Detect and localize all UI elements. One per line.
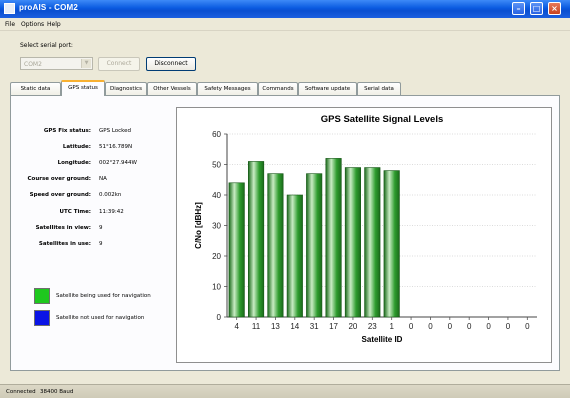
- gps-row-value: NA: [99, 176, 107, 182]
- x-tick-label: 11: [252, 322, 261, 331]
- x-tick-label: 0: [409, 322, 414, 331]
- chart-title: GPS Satellite Signal Levels: [321, 114, 444, 125]
- x-tick-label: 13: [271, 322, 280, 331]
- tab-commands[interactable]: Commands: [258, 82, 298, 95]
- gps-row-value: 9: [99, 225, 103, 231]
- y-tick-label: 60: [212, 130, 221, 139]
- legend-used-swatch: [34, 288, 50, 304]
- signal-bar: [383, 170, 400, 318]
- legend-not-used-text: Satellite not used for navigation: [56, 315, 145, 321]
- x-tick-label: 0: [486, 322, 491, 331]
- menu-help[interactable]: Help: [47, 21, 61, 28]
- gps-row: Course over ground: NA: [11, 176, 171, 186]
- x-tick-label: 4: [234, 322, 239, 331]
- status-connection: Connected: [6, 389, 36, 395]
- x-tick-label: 0: [506, 322, 511, 331]
- signal-chart: GPS Satellite Signal Levels 0 10 20 30 40 50 60…: [176, 107, 552, 363]
- gps-row-value: GPS Locked: [99, 128, 132, 134]
- gps-row-label: GPS Fix status:: [43, 128, 91, 134]
- tab-other-vessels[interactable]: Other Vessels: [147, 82, 197, 95]
- x-tick-label: 0: [428, 322, 433, 331]
- y-tick-label: 20: [212, 252, 221, 261]
- y-tick-label: 10: [212, 283, 221, 292]
- x-tick-label: 23: [368, 322, 377, 331]
- y-tick-label: 30: [212, 222, 221, 231]
- window-bottom-edge: [0, 376, 570, 384]
- x-tick-label: 0: [448, 322, 453, 331]
- x-tick-label: 17: [329, 322, 338, 331]
- menu-bar: File Options Help: [0, 18, 570, 31]
- tab-software-update[interactable]: Software update: [298, 82, 357, 95]
- menu-file[interactable]: File: [5, 21, 15, 28]
- legend-used-text: Satellite being used for navigation: [56, 293, 151, 299]
- gps-row-value: 11:39:42: [99, 209, 124, 215]
- gps-row: Satellites in use: 9: [11, 241, 171, 251]
- serial-port-value: COM2: [24, 61, 42, 68]
- gps-status-panel: GPS Fix status: GPS Locked Latitude: 51°16.…: [10, 95, 560, 371]
- tab-safety-messages[interactable]: Safety Messages: [197, 82, 258, 95]
- gps-row-label: Speed over ground:: [29, 192, 91, 198]
- gps-row-value: 51°16.789N: [99, 144, 133, 150]
- window-title: proAIS - COM2: [19, 3, 79, 12]
- y-axis-label: C/No [dBHz]: [194, 202, 203, 249]
- tab-gps-status[interactable]: GPS status: [61, 80, 105, 96]
- x-tick-label: 0: [525, 322, 530, 331]
- legend-not-used-swatch: [34, 310, 50, 326]
- signal-bar: [267, 173, 284, 318]
- signal-bar: [325, 158, 342, 318]
- title-bar[interactable]: proAIS - COM2 – □ ×: [0, 0, 570, 18]
- disconnect-button[interactable]: Disconnect: [146, 57, 196, 71]
- y-tick-label: 0: [217, 313, 222, 322]
- y-tick-label: 50: [212, 161, 221, 170]
- status-bar: Connected 38400 Baud: [0, 384, 570, 398]
- gps-row: Latitude: 51°16.789N: [11, 144, 171, 154]
- signal-bar: [364, 167, 381, 318]
- status-baud: 38400 Baud: [40, 389, 74, 395]
- chevron-down-icon[interactable]: ▼: [81, 59, 91, 68]
- gps-row-value: 9: [99, 241, 103, 247]
- x-tick-label: 31: [310, 322, 319, 331]
- close-button[interactable]: ×: [548, 2, 561, 15]
- gps-row: UTC Time: 11:39:42: [11, 209, 171, 219]
- serial-port-label: Select serial port:: [20, 42, 73, 49]
- gps-row: Satellites in view: 9: [11, 225, 171, 235]
- tab-diagnostics[interactable]: Diagnostics: [105, 82, 147, 95]
- x-tick-label: 0: [467, 322, 472, 331]
- signal-bar: [228, 182, 245, 318]
- x-tick-label: 1: [389, 322, 394, 331]
- tab-static-data[interactable]: Static data: [10, 82, 61, 95]
- maximize-button[interactable]: □: [530, 2, 543, 15]
- gps-row: GPS Fix status: GPS Locked: [11, 128, 171, 138]
- signal-bar: [248, 161, 265, 318]
- signal-bar: [306, 173, 323, 318]
- y-tick-label: 40: [212, 191, 221, 200]
- gps-row-label: Latitude:: [62, 144, 91, 150]
- minimize-button[interactable]: –: [512, 2, 525, 15]
- serial-port-select[interactable]: COM2 ▼: [20, 57, 93, 70]
- menu-options[interactable]: Options: [21, 21, 44, 28]
- app-icon: [4, 3, 15, 14]
- gps-row-value: 0.002kn: [99, 192, 122, 198]
- signal-bar: [286, 194, 303, 318]
- gps-row: Speed over ground: 0.002kn: [11, 192, 171, 202]
- signal-bar: [344, 167, 361, 318]
- gps-row-label: Course over ground:: [27, 176, 91, 182]
- gps-row-label: Satellites in view:: [35, 225, 91, 231]
- gps-row-label: Longitude:: [57, 160, 91, 166]
- gps-row-label: Satellites in use:: [38, 241, 91, 247]
- tab-serial-data[interactable]: Serial data: [357, 82, 401, 95]
- gps-row-label: UTC Time:: [59, 209, 91, 215]
- gps-row-value: 002°27.944W: [99, 160, 137, 166]
- x-axis-label: Satellite ID: [362, 335, 403, 344]
- signal-chart-svg: GPS Satellite Signal Levels0102030405060…: [194, 114, 537, 344]
- x-tick-label: 20: [348, 322, 357, 331]
- gps-row: Longitude: 002°27.944W: [11, 160, 171, 170]
- connect-button[interactable]: Connect: [98, 57, 140, 71]
- x-tick-label: 14: [290, 322, 299, 331]
